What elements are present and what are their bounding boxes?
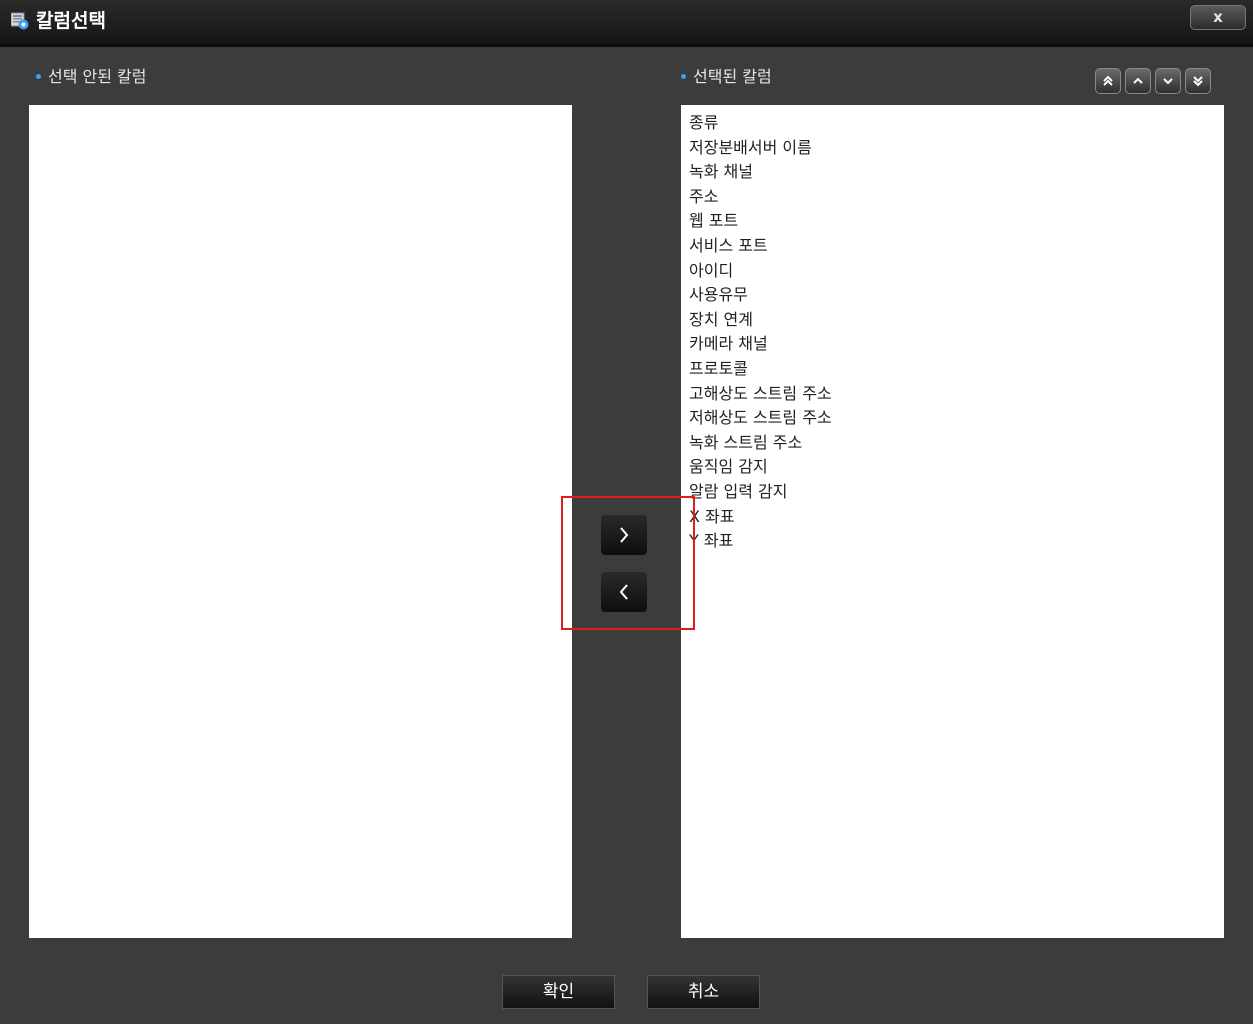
list-item[interactable]: 웹 포트: [681, 209, 1224, 234]
list-item[interactable]: 서비스 포트: [681, 234, 1224, 259]
close-button[interactable]: x: [1190, 5, 1246, 30]
bullet-icon: [36, 73, 41, 79]
unselected-columns-label: 선택 안된 칼럼: [36, 66, 147, 88]
unselected-columns-list[interactable]: [29, 105, 572, 938]
list-item[interactable]: 카메라 채널: [681, 332, 1224, 357]
double-chevron-up-icon: [1103, 75, 1113, 86]
double-chevron-down-icon: [1193, 76, 1203, 87]
unselected-columns-label-text: 선택 안된 칼럼: [48, 67, 147, 86]
selected-columns-label: 선택된 칼럼: [681, 66, 772, 88]
window-app-icon: [11, 12, 29, 30]
chevron-down-icon: [1163, 78, 1173, 85]
list-item[interactable]: X 좌표: [681, 505, 1224, 530]
list-item[interactable]: 프로토콜: [681, 357, 1224, 382]
selected-columns-list[interactable]: 종류 저장분배서버 이름 녹화 채널 주소 웹 포트 서비스 포트 아이디 사용유무 장치 연계…: [681, 105, 1224, 938]
list-item[interactable]: Y 좌표: [681, 529, 1224, 554]
move-to-bottom-button[interactable]: [1185, 68, 1211, 94]
title-bar: 칼럼선택 x: [0, 0, 1253, 47]
bullet-icon: [681, 73, 686, 79]
list-item[interactable]: 장치 연계: [681, 308, 1224, 333]
list-item[interactable]: 저장분배서버 이름: [681, 136, 1224, 161]
list-item[interactable]: 고해상도 스트림 주소: [681, 382, 1224, 407]
move-down-button[interactable]: [1155, 68, 1181, 94]
highlight-frame: [561, 496, 695, 630]
window-title: 칼럼선택: [36, 10, 106, 32]
list-item[interactable]: 녹화 스트림 주소: [681, 431, 1224, 456]
move-up-button[interactable]: [1125, 68, 1151, 94]
cancel-button[interactable]: 취소: [647, 975, 760, 1009]
ok-button[interactable]: 확인: [502, 975, 615, 1009]
list-item[interactable]: 알람 입력 감지: [681, 480, 1224, 505]
list-item[interactable]: 주소: [681, 185, 1224, 210]
list-item[interactable]: 녹화 채널: [681, 160, 1224, 185]
move-to-top-button[interactable]: [1095, 68, 1121, 94]
list-item[interactable]: 움직임 감지: [681, 455, 1224, 480]
selected-columns-label-text: 선택된 칼럼: [693, 67, 772, 86]
list-item[interactable]: 아이디: [681, 259, 1224, 284]
chevron-up-icon: [1133, 77, 1143, 84]
list-item[interactable]: 사용유무: [681, 283, 1224, 308]
list-item[interactable]: 종류: [681, 111, 1224, 136]
list-item[interactable]: 저해상도 스트림 주소: [681, 406, 1224, 431]
